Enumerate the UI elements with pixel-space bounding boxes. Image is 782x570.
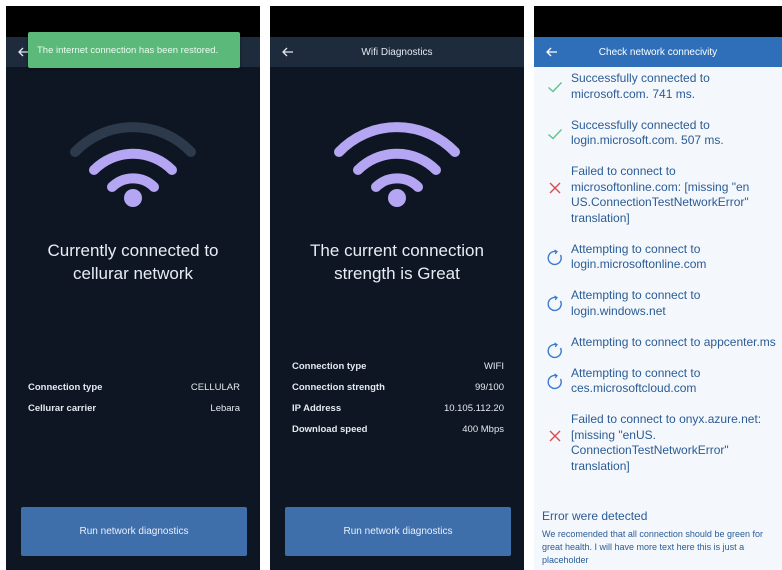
info-row: Download speed 400 Mbps xyxy=(292,419,504,440)
info-key: Download speed xyxy=(292,424,368,435)
back-arrow-icon[interactable] xyxy=(278,42,298,62)
refresh-icon xyxy=(545,341,565,361)
run-network-diagnostics-button[interactable]: Run network diagnostics xyxy=(285,507,511,556)
headline-line: Currently connected to xyxy=(47,241,219,260)
page-title: Check network connecivity xyxy=(598,46,718,58)
list-item: Attempting to connect to ces.microsoftcl… xyxy=(534,366,782,397)
info-value: 400 Mbps xyxy=(462,424,504,435)
info-value: CELLULAR xyxy=(190,382,240,393)
list-item: Failed to connect to onyx.azure.net: [mi… xyxy=(534,412,782,474)
info-row: Connection type WIFI xyxy=(292,356,504,377)
refresh-icon xyxy=(545,248,565,268)
toast-text: The internet connection has been restore… xyxy=(37,44,219,56)
connection-info: Connection type CELLULAR Cellurar carrie… xyxy=(28,377,240,419)
result-text: Failed to connect to onyx.azure.net: [mi… xyxy=(571,412,762,473)
headline-line: cellurar network xyxy=(73,264,193,283)
info-key: Connection type xyxy=(292,361,367,372)
status-bar xyxy=(534,6,782,37)
info-value: 99/100 xyxy=(474,382,504,393)
list-item: Successfully connected to login.microsof… xyxy=(534,118,782,149)
result-text: Attempting to connect to appcenter.ms xyxy=(571,334,776,349)
screen-wifi-diagnostics: Wifi Diagnostics The current connection … xyxy=(270,6,524,570)
error-title: Error were detected xyxy=(542,509,648,523)
info-value: 10.105.112.20 xyxy=(443,403,504,414)
list-item: Failed to connect to microsoftonline.com… xyxy=(534,164,782,226)
info-row: IP Address 10.105.112.20 xyxy=(292,398,504,419)
error-description: We recomended that all connection should… xyxy=(542,529,763,565)
refresh-icon xyxy=(545,372,565,392)
info-value: Lebara xyxy=(210,403,240,414)
list-item: Attempting to connect to login.microsoft… xyxy=(534,242,782,273)
result-text: Attempting to connect to login.windows.n… xyxy=(571,288,701,318)
headline-line: strength is Great xyxy=(334,264,460,283)
x-icon xyxy=(545,426,565,446)
list-item: Attempting to connect to appcenter.ms xyxy=(534,334,782,358)
info-row: Cellurar carrier Lebara xyxy=(28,398,240,419)
result-text: Successfully connected to login.microsof… xyxy=(571,117,724,148)
result-text: Failed to connect to microsoftonline.com… xyxy=(571,164,750,225)
screen-cellular: The internet connection has been restore… xyxy=(6,6,260,570)
page-title: Wifi Diagnostics xyxy=(361,46,433,58)
connectivity-results-list[interactable]: Successfully connected to microsoft.com.… xyxy=(534,71,782,495)
screen-network-connectivity: Check network connecivity Successfully c… xyxy=(534,6,782,570)
result-text: Attempting to connect to ces.microsoftcl… xyxy=(571,365,701,396)
info-key: Connection strength xyxy=(292,382,385,393)
headline-line: The current connection xyxy=(310,241,484,260)
status-bar xyxy=(270,6,524,37)
connection-headline: Currently connected to cellurar network xyxy=(6,239,260,285)
info-key: IP Address xyxy=(292,403,342,414)
app-bar: Check network connecivity xyxy=(534,37,782,67)
list-item: Successfully connected to microsoft.com.… xyxy=(534,71,782,102)
connection-headline: The current connection strength is Great xyxy=(270,239,524,285)
connection-info: Connection type WIFI Connection strength… xyxy=(292,356,504,440)
info-key: Connection type xyxy=(28,382,103,393)
list-item: Attempting to connect to login.windows.n… xyxy=(534,288,782,319)
run-network-diagnostics-button[interactable]: Run network diagnostics xyxy=(21,507,247,556)
x-icon xyxy=(545,178,565,198)
connection-restored-toast: The internet connection has been restore… xyxy=(28,32,240,68)
back-arrow-icon[interactable] xyxy=(542,42,562,62)
result-text: Successfully connected to microsoft.com.… xyxy=(571,71,710,101)
wifi-signal-icon xyxy=(334,122,460,207)
wifi-signal-icon xyxy=(70,122,196,207)
info-key: Cellurar carrier xyxy=(28,403,97,414)
info-row: Connection type CELLULAR xyxy=(28,377,240,398)
result-text: Attempting to connect to login.microsoft… xyxy=(571,241,707,272)
app-bar: Wifi Diagnostics xyxy=(270,37,524,67)
info-value: WIFI xyxy=(483,361,504,372)
check-icon xyxy=(545,124,565,144)
info-row: Connection strength 99/100 xyxy=(292,377,504,398)
check-icon xyxy=(545,77,565,97)
refresh-icon xyxy=(545,294,565,314)
